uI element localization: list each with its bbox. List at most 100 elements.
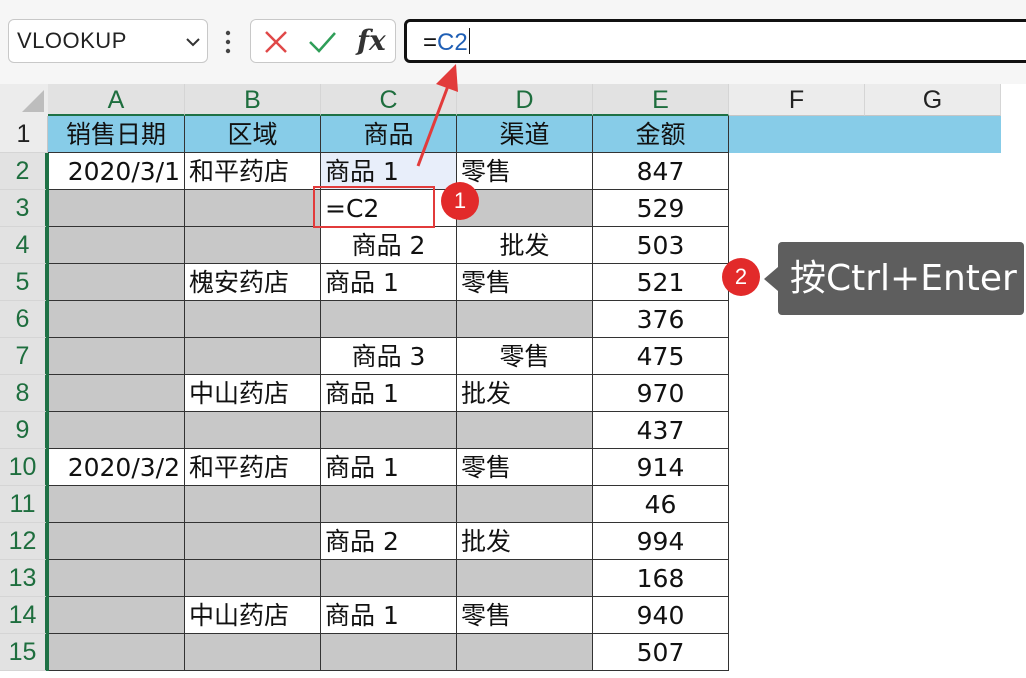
cell-c15[interactable]	[321, 634, 457, 671]
column-header-F[interactable]: F	[729, 84, 865, 116]
row-header-10[interactable]: 10	[0, 449, 48, 486]
cell-a6[interactable]	[48, 301, 185, 338]
cell-e11[interactable]: 46	[593, 486, 729, 523]
cell-b14[interactable]: 中山药店	[185, 597, 321, 634]
cell-c7[interactable]: 商品 3	[321, 338, 457, 375]
cell-e12[interactable]: 994	[593, 523, 729, 560]
cell-c5[interactable]: 商品 1	[321, 264, 457, 301]
cell-d6[interactable]	[457, 301, 593, 338]
confirm-check-icon[interactable]	[307, 28, 337, 56]
cell-e5[interactable]: 521	[593, 264, 729, 301]
cell-b2[interactable]: 和平药店	[185, 153, 321, 190]
header-cell-d[interactable]: 渠道	[457, 116, 593, 153]
cell-d13[interactable]	[457, 560, 593, 597]
cell-e6[interactable]: 376	[593, 301, 729, 338]
row-header-4[interactable]: 4	[0, 227, 48, 264]
header-cell-e[interactable]: 金额	[593, 116, 729, 153]
cell-c11[interactable]	[321, 486, 457, 523]
row-header-14[interactable]: 14	[0, 597, 48, 634]
row-header-15[interactable]: 15	[0, 634, 48, 671]
cell-b15[interactable]	[185, 634, 321, 671]
cell-c14[interactable]: 商品 1	[321, 597, 457, 634]
cell-b4[interactable]	[185, 227, 321, 264]
select-all-corner[interactable]	[0, 84, 48, 116]
row-header-6[interactable]: 6	[0, 301, 48, 338]
cell-a13[interactable]	[48, 560, 185, 597]
cell-a14[interactable]	[48, 597, 185, 634]
cell-a3[interactable]	[48, 190, 185, 227]
cell-b13[interactable]	[185, 560, 321, 597]
cell-b6[interactable]	[185, 301, 321, 338]
column-header-E[interactable]: E	[593, 84, 729, 116]
cell-b3[interactable]	[185, 190, 321, 227]
name-box[interactable]: VLOOKUP	[8, 19, 208, 63]
cell-c12[interactable]: 商品 2	[321, 523, 457, 560]
cell-d12[interactable]: 批发	[457, 523, 593, 560]
cell-d10[interactable]: 零售	[457, 449, 593, 486]
row-header-13[interactable]: 13	[0, 560, 48, 597]
row-header-12[interactable]: 12	[0, 523, 48, 560]
row-header-11[interactable]: 11	[0, 486, 48, 523]
cell-e10[interactable]: 914	[593, 449, 729, 486]
cell-d4[interactable]: 批发	[457, 227, 593, 264]
cell-b11[interactable]	[185, 486, 321, 523]
row-header-5[interactable]: 5	[0, 264, 48, 301]
cell-b7[interactable]	[185, 338, 321, 375]
cell-a10[interactable]: 2020/3/2	[48, 449, 185, 486]
cell-b5[interactable]: 槐安药店	[185, 264, 321, 301]
cell-e9[interactable]: 437	[593, 412, 729, 449]
cell-e13[interactable]: 168	[593, 560, 729, 597]
cell-e3[interactable]: 529	[593, 190, 729, 227]
cell-d15[interactable]	[457, 634, 593, 671]
cell-d5[interactable]: 零售	[457, 264, 593, 301]
cell-a8[interactable]	[48, 375, 185, 412]
cell-e15[interactable]: 507	[593, 634, 729, 671]
formula-input[interactable]: =C2	[404, 19, 1026, 63]
insert-function-button[interactable]: fx	[357, 24, 386, 57]
row-header-2[interactable]: 2	[0, 153, 48, 190]
cell-b12[interactable]	[185, 523, 321, 560]
cell-a5[interactable]	[48, 264, 185, 301]
cell-c10[interactable]: 商品 1	[321, 449, 457, 486]
row-header-8[interactable]: 8	[0, 375, 48, 412]
header-cell-a[interactable]: 销售日期	[48, 116, 185, 153]
header-cell-b[interactable]: 区域	[185, 116, 321, 153]
column-header-B[interactable]: B	[185, 84, 321, 116]
cell-b10[interactable]: 和平药店	[185, 449, 321, 486]
cell-a11[interactable]	[48, 486, 185, 523]
cell-c13[interactable]	[321, 560, 457, 597]
cell-e8[interactable]: 970	[593, 375, 729, 412]
cell-e14[interactable]: 940	[593, 597, 729, 634]
column-header-D[interactable]: D	[457, 84, 593, 116]
cell-d2[interactable]: 零售	[457, 153, 593, 190]
column-header-A[interactable]: A	[48, 84, 185, 116]
cell-c9[interactable]	[321, 412, 457, 449]
cell-d9[interactable]	[457, 412, 593, 449]
cell-a2[interactable]: 2020/3/1	[48, 153, 185, 190]
cell-c8[interactable]: 商品 1	[321, 375, 457, 412]
cell-e4[interactable]: 503	[593, 227, 729, 264]
cell-b8[interactable]: 中山药店	[185, 375, 321, 412]
row-header-1[interactable]: 1	[0, 116, 48, 153]
cell-b9[interactable]	[185, 412, 321, 449]
cell-d8[interactable]: 批发	[457, 375, 593, 412]
cancel-x-icon[interactable]	[261, 28, 291, 56]
cell-e2[interactable]: 847	[593, 153, 729, 190]
cell-d7[interactable]: 零售	[457, 338, 593, 375]
header-fill-fg[interactable]	[729, 116, 1001, 153]
chevron-down-icon[interactable]	[181, 30, 205, 54]
cell-a4[interactable]	[48, 227, 185, 264]
cell-d14[interactable]: 零售	[457, 597, 593, 634]
row-header-7[interactable]: 7	[0, 338, 48, 375]
column-header-G[interactable]: G	[865, 84, 1001, 116]
cell-e7[interactable]: 475	[593, 338, 729, 375]
cell-a7[interactable]	[48, 338, 185, 375]
cell-c4[interactable]: 商品 2	[321, 227, 457, 264]
row-header-3[interactable]: 3	[0, 190, 48, 227]
cell-a15[interactable]	[48, 634, 185, 671]
cell-a9[interactable]	[48, 412, 185, 449]
cell-d11[interactable]	[457, 486, 593, 523]
row-header-9[interactable]: 9	[0, 412, 48, 449]
cell-c6[interactable]	[321, 301, 457, 338]
more-options-icon[interactable]	[224, 28, 232, 56]
